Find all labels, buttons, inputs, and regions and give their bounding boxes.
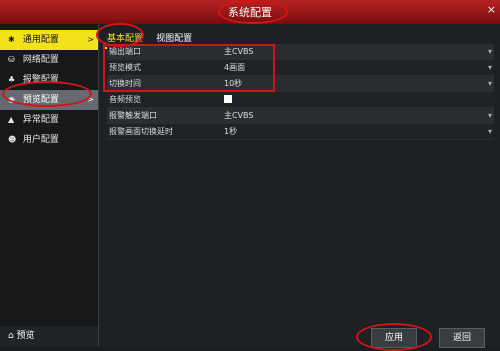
sidebar-item-alarm[interactable]: ♣ 报警配置 (0, 70, 98, 90)
settings-row-alarm-delay[interactable]: 报警画面切换延时 1秒 ▾ (107, 124, 494, 140)
home-icon: ⌂ (8, 331, 14, 341)
preview-shortcut-button[interactable]: ⌂ 预览 (0, 326, 98, 346)
sidebar-item-preview[interactable]: ◉ 预览配置 > (0, 90, 98, 110)
row-label: 报警画面切换延时 (109, 127, 173, 136)
alarm-icon: ♣ (8, 75, 16, 84)
row-label: 音频预览 (109, 95, 141, 104)
chevron-right-icon: > (87, 95, 94, 104)
output-port-select[interactable]: 主CVBS (224, 44, 253, 59)
general-icon: ✱ (8, 35, 15, 44)
settings-row-output-port[interactable]: 输出端口 主CVBS ▾ (107, 44, 494, 60)
chevron-down-icon[interactable]: ▾ (488, 60, 492, 75)
window-title: 系统配置 (228, 6, 272, 19)
warning-icon: ▲ (8, 115, 15, 124)
settings-row-preview-mode[interactable]: 预览模式 4画面 ▾ (107, 60, 494, 76)
row-label: 报警触发端口 (109, 111, 157, 120)
sidebar-item-label: 异常配置 (22, 115, 59, 125)
switch-time-select[interactable]: 10秒 (224, 76, 242, 91)
chevron-down-icon[interactable]: ▾ (488, 124, 492, 139)
sidebar-item-label: 网络配置 (22, 55, 59, 65)
system-config-window: 系统配置 × ✱ 通用配置 > ⛁ 网络配置 ♣ 报警配置 ◉ 预览配置 > ▲… (0, 0, 500, 351)
title-bar: 系统配置 × (0, 0, 500, 24)
sidebar-item-exception[interactable]: ▲ 异常配置 (0, 110, 98, 130)
row-label: 预览模式 (109, 63, 141, 72)
sidebar-item-label: 通用配置 (22, 35, 59, 45)
sidebar-item-user[interactable]: ☻ 用户配置 (0, 130, 98, 150)
settings-grid: 输出端口 主CVBS ▾ 预览模式 4画面 ▾ 切换时间 10秒 ▾ 音频预览 … (107, 44, 494, 140)
close-icon[interactable]: × (487, 3, 496, 16)
settings-row-alarm-output[interactable]: 报警触发端口 主CVBS ▾ (107, 108, 494, 124)
main-content: 基本配置 视图配置 输出端口 主CVBS ▾ 预览模式 4画面 ▾ 切换时间 1… (99, 24, 500, 348)
sidebar-item-label: 预览配置 (22, 95, 59, 105)
alarm-output-select[interactable]: 主CVBS (224, 108, 253, 123)
settings-row-audio-preview[interactable]: 音频预览 (107, 92, 494, 108)
chevron-down-icon[interactable]: ▾ (488, 108, 492, 123)
sidebar-item-label: 报警配置 (22, 75, 59, 85)
sidebar-item-general[interactable]: ✱ 通用配置 > (0, 30, 98, 50)
row-label: 输出端口 (109, 47, 141, 56)
sidebar-item-network[interactable]: ⛁ 网络配置 (0, 50, 98, 70)
tab-bar: 基本配置 视图配置 (103, 26, 196, 49)
eye-icon: ◉ (8, 95, 15, 104)
apply-button[interactable]: 应用 (371, 328, 417, 348)
user-icon: ☻ (8, 135, 17, 144)
sidebar-item-label: 用户配置 (22, 135, 59, 145)
row-label: 切换时间 (109, 79, 141, 88)
audio-preview-checkbox[interactable] (224, 95, 232, 103)
settings-row-switch-time[interactable]: 切换时间 10秒 ▾ (107, 76, 494, 92)
back-button[interactable]: 返回 (439, 328, 485, 348)
alarm-delay-select[interactable]: 1秒 (224, 124, 237, 139)
chevron-down-icon[interactable]: ▾ (488, 44, 492, 59)
sidebar: ✱ 通用配置 > ⛁ 网络配置 ♣ 报警配置 ◉ 预览配置 > ▲ 异常配置 ☻… (0, 24, 99, 346)
preview-mode-select[interactable]: 4画面 (224, 60, 245, 75)
chevron-down-icon[interactable]: ▾ (488, 76, 492, 91)
chevron-right-icon: > (87, 35, 94, 44)
preview-shortcut-label: 预览 (16, 331, 35, 341)
network-icon: ⛁ (8, 55, 15, 64)
